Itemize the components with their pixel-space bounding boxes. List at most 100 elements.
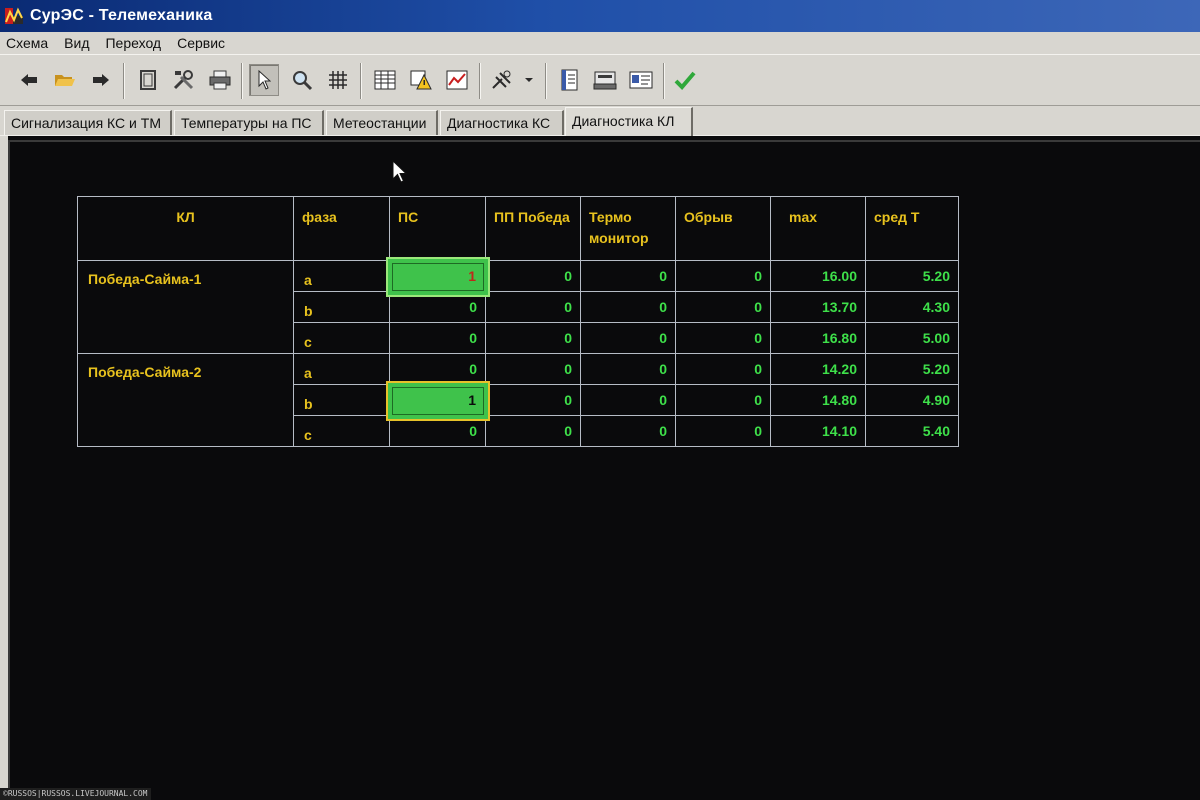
- diagnostics-panel: КЛ фаза ПС ПП Победа Термо монитор Обрыв…: [8, 140, 1200, 800]
- column-header-kl: КЛ: [77, 196, 294, 261]
- apply-button[interactable]: [670, 64, 700, 96]
- column-header-ps: ПС: [389, 196, 486, 261]
- column-header-phase: фаза: [293, 196, 390, 261]
- tab-signaling[interactable]: Сигнализация КС и ТМ: [4, 110, 172, 135]
- tab-diagnostics-kl[interactable]: Диагностика КЛ: [565, 107, 693, 136]
- connection-dropdown[interactable]: [518, 64, 540, 96]
- avg-cell: 5.40: [865, 415, 959, 447]
- ps-cell: 0: [389, 322, 486, 354]
- app-window: СурЭС - Телемеханика Схема Вид Переход С…: [0, 0, 1200, 800]
- connection-button[interactable]: [487, 64, 517, 96]
- ps-cell[interactable]: 1: [386, 381, 490, 421]
- window-left-frame: [0, 136, 8, 800]
- tab-temperatures[interactable]: Температуры на ПС: [174, 110, 324, 135]
- menu-item-scheme[interactable]: Схема: [0, 32, 56, 54]
- thermo-cell: 0: [580, 384, 676, 416]
- max-cell: 16.00: [770, 260, 866, 292]
- menu-item-view[interactable]: Вид: [56, 32, 97, 54]
- grid-button[interactable]: [323, 64, 353, 96]
- pp-cell: 0: [485, 322, 581, 354]
- open-button[interactable]: [50, 64, 80, 96]
- device-button[interactable]: [590, 64, 620, 96]
- phase-cell: b: [293, 384, 390, 416]
- alarms-button[interactable]: [406, 64, 436, 96]
- arrow-left-icon: [21, 74, 37, 86]
- grid-icon: [329, 71, 347, 89]
- tools-icon: [173, 70, 194, 90]
- alarm-indicator[interactable]: 1: [386, 257, 490, 297]
- menu-item-goto[interactable]: Переход: [97, 32, 169, 54]
- table-button[interactable]: [370, 64, 400, 96]
- forward-button[interactable]: [86, 64, 116, 96]
- thermo-cell: 0: [580, 260, 676, 292]
- select-pointer-button[interactable]: [249, 64, 279, 96]
- pp-cell: 0: [485, 353, 581, 385]
- app-logo-icon: [4, 6, 24, 26]
- avg-cell: 5.20: [865, 260, 959, 292]
- break-cell: 0: [675, 322, 771, 354]
- check-icon: [674, 71, 696, 90]
- avg-cell: 4.30: [865, 291, 959, 323]
- chart-icon: [446, 70, 468, 90]
- max-cell: 14.80: [770, 384, 866, 416]
- max-cell: 14.10: [770, 415, 866, 447]
- tab-diagnostics-ks[interactable]: Диагностика КС: [440, 110, 564, 135]
- ps-cell[interactable]: 1: [386, 257, 490, 297]
- column-header-avg: сред Т: [865, 196, 959, 261]
- table-row: Победа-Сайма-1 a 1 0 0 0 16.00 5.20: [77, 257, 959, 354]
- table-header-row: КЛ фаза ПС ПП Победа Термо монитор Обрыв…: [77, 196, 959, 261]
- back-button[interactable]: [14, 64, 44, 96]
- toolbar-separator: [241, 63, 243, 99]
- break-cell: 0: [675, 291, 771, 323]
- toolbar: [0, 54, 1200, 106]
- mouse-cursor-icon: [392, 159, 408, 189]
- frame-button[interactable]: [133, 64, 163, 96]
- table-row: Победа-Сайма-2 a 0 0 0 0 14.20 5.20: [77, 353, 959, 447]
- toolbar-separator: [545, 63, 547, 99]
- watermark: ©RUSSOS|RUSSOS.LIVEJOURNAL.COM: [0, 788, 151, 800]
- diagnostics-table: КЛ фаза ПС ПП Победа Термо монитор Обрыв…: [77, 196, 959, 447]
- device-icon: [593, 71, 617, 90]
- menu-bar: Схема Вид Переход Сервис: [0, 32, 1200, 54]
- print-button[interactable]: [205, 64, 235, 96]
- dropdown-arrow-icon: [525, 78, 533, 82]
- line-name-cell: Победа-Сайма-1: [77, 260, 294, 354]
- break-cell: 0: [675, 384, 771, 416]
- window-title: СурЭС - Телемеханика: [30, 7, 213, 24]
- pp-cell: 0: [485, 260, 581, 292]
- break-cell: 0: [675, 415, 771, 447]
- chart-button[interactable]: [442, 64, 472, 96]
- table-icon: [374, 70, 396, 90]
- connection-icon: [492, 70, 511, 89]
- pp-cell: 0: [485, 384, 581, 416]
- max-cell: 14.20: [770, 353, 866, 385]
- printer-icon: [209, 70, 231, 90]
- toolbar-separator: [360, 63, 362, 99]
- break-cell: 0: [675, 353, 771, 385]
- column-header-thermo: Термо монитор: [580, 196, 676, 261]
- tab-weather-stations[interactable]: Метеостанции: [326, 110, 438, 135]
- journal-button[interactable]: [554, 64, 584, 96]
- thermo-cell: 0: [580, 291, 676, 323]
- thermo-cell: 0: [580, 415, 676, 447]
- magnifier-icon: [293, 71, 313, 91]
- warning-icon: [410, 70, 432, 90]
- phase-cell: c: [293, 415, 390, 447]
- avg-cell: 4.90: [865, 384, 959, 416]
- pp-cell: 0: [485, 415, 581, 447]
- card-button[interactable]: [626, 64, 656, 96]
- toolbar-separator: [123, 63, 125, 99]
- folder-open-icon: [55, 75, 75, 86]
- pp-cell: 0: [485, 291, 581, 323]
- card-icon: [629, 71, 653, 89]
- ps-cell: 0: [389, 353, 486, 385]
- column-header-max: max: [770, 196, 866, 261]
- zoom-button[interactable]: [287, 64, 317, 96]
- alarm-indicator[interactable]: 1: [386, 381, 490, 421]
- avg-cell: 5.20: [865, 353, 959, 385]
- toolbar-separator: [663, 63, 665, 99]
- break-cell: 0: [675, 260, 771, 292]
- phase-cell: c: [293, 322, 390, 354]
- menu-item-service[interactable]: Сервис: [169, 32, 233, 54]
- tools-button[interactable]: [169, 64, 199, 96]
